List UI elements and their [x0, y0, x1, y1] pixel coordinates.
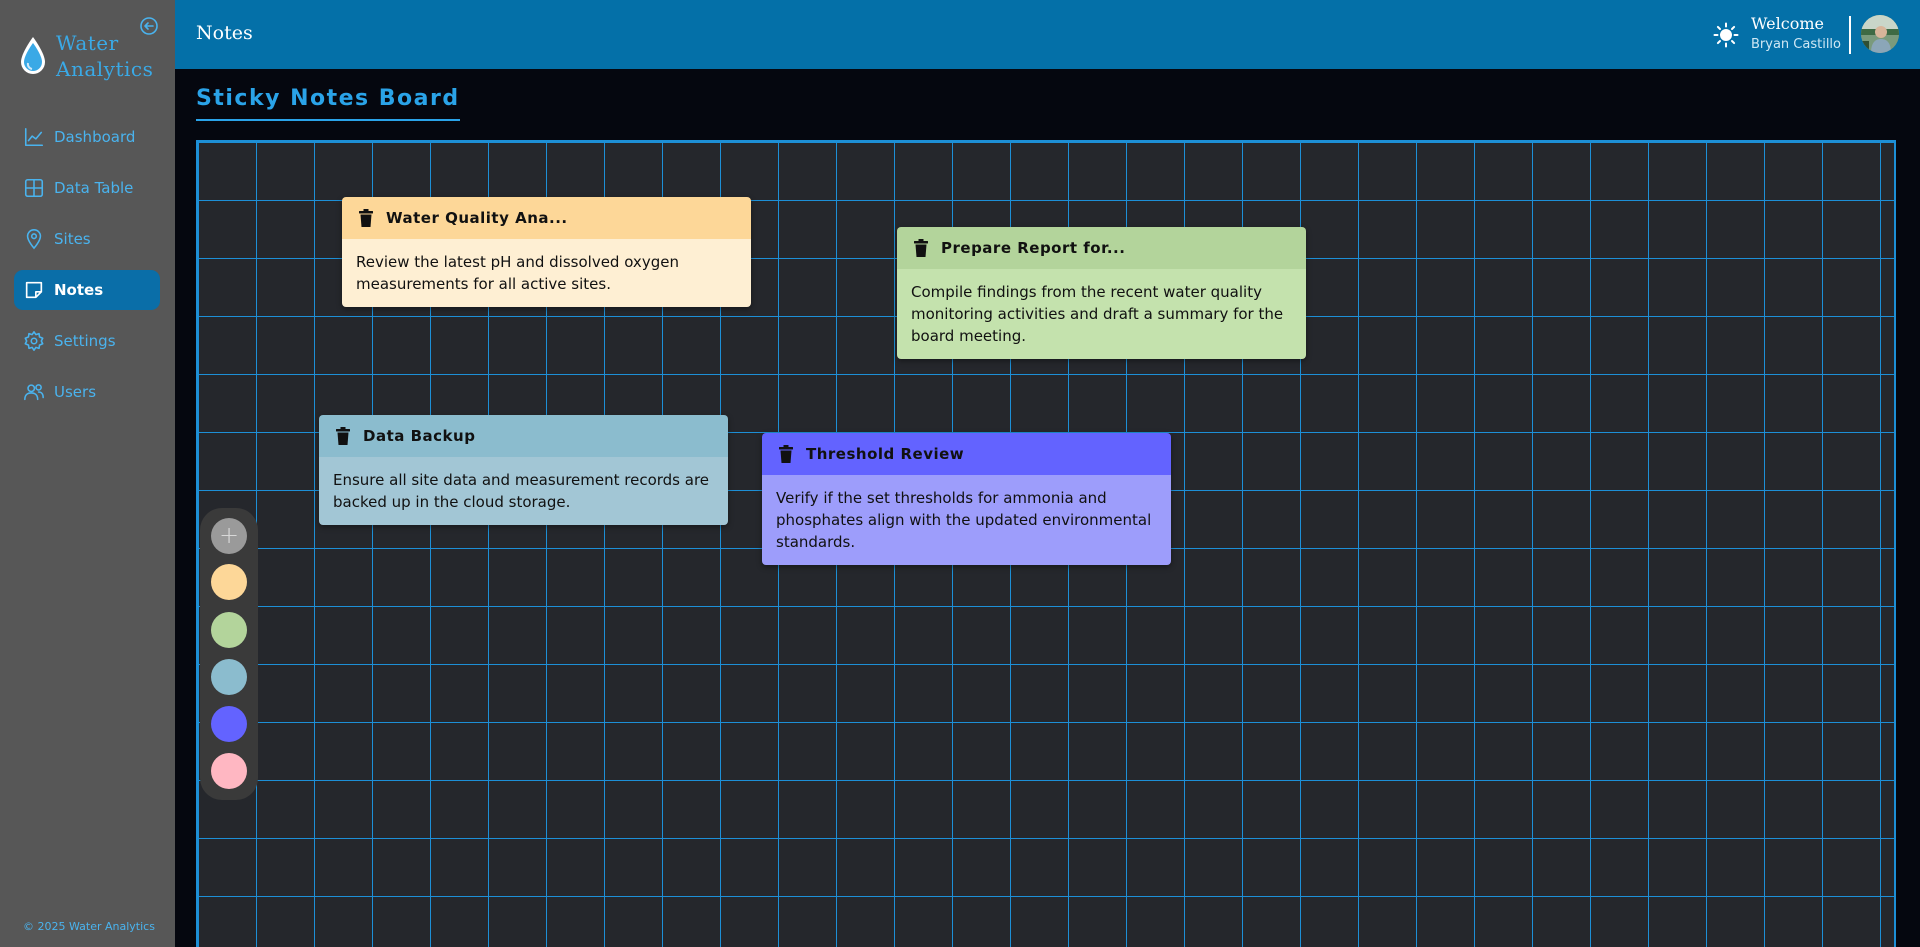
note-icon [25, 281, 43, 299]
note-title: Data Backup [363, 427, 476, 445]
note-body[interactable]: Review the latest pH and dissolved oxyge… [342, 239, 751, 307]
board-title: Sticky Notes Board [196, 86, 460, 121]
color-swatch-blue[interactable] [211, 659, 247, 695]
sticky-note[interactable]: Threshold Review Verify if the set thres… [762, 433, 1171, 565]
welcome-label: Welcome [1751, 14, 1824, 33]
user-name: Bryan Castillo [1751, 37, 1841, 52]
map-pin-icon [26, 229, 42, 250]
header-divider [1849, 16, 1851, 54]
color-palette: + [200, 508, 258, 800]
top-header: Notes Welcome Bryan Castillo [175, 0, 1920, 69]
copyright-footer: © 2025 Water Analytics [23, 920, 155, 933]
collapse-sidebar-icon[interactable] [139, 16, 159, 36]
note-body[interactable]: Compile findings from the recent water q… [897, 269, 1306, 359]
sticky-note[interactable]: Prepare Report for... Compile findings f… [897, 227, 1306, 359]
note-header[interactable]: Data Backup [319, 415, 728, 457]
sidebar-item-settings[interactable]: Settings [14, 321, 160, 361]
note-body[interactable]: Ensure all site data and measurement rec… [319, 457, 728, 525]
users-icon [24, 384, 44, 401]
gear-icon [24, 331, 44, 351]
sidebar-item-data-table[interactable]: Data Table [14, 168, 160, 208]
color-swatch-green[interactable] [211, 612, 247, 648]
avatar-image [1861, 15, 1899, 53]
sticky-note[interactable]: Data Backup Ensure all site data and mea… [319, 415, 728, 525]
sidebar-item-label: Users [54, 383, 97, 401]
color-swatch-purple[interactable] [211, 706, 247, 742]
note-header[interactable]: Water Quality Ana... [342, 197, 751, 239]
chart-line-icon [24, 127, 44, 147]
welcome-block: Welcome Bryan Castillo [1751, 14, 1841, 52]
grid-icon [24, 178, 44, 198]
sidebar-item-users[interactable]: Users [14, 372, 160, 412]
trash-icon[interactable] [913, 239, 929, 257]
note-title: Water Quality Ana... [386, 209, 568, 227]
sidebar-item-sites[interactable]: Sites [14, 219, 160, 259]
sidebar-item-label: Settings [54, 332, 116, 350]
note-header[interactable]: Threshold Review [762, 433, 1171, 475]
color-swatch-pink[interactable] [211, 753, 247, 789]
note-body[interactable]: Verify if the set thresholds for ammonia… [762, 475, 1171, 565]
sidebar-item-label: Dashboard [54, 128, 136, 146]
brand-logo: Water Analytics [18, 30, 153, 82]
sidebar-nav: Dashboard Data Table Sites Notes Setting… [14, 117, 160, 423]
sticky-note[interactable]: Water Quality Ana... Review the latest p… [342, 197, 751, 307]
sidebar-item-notes[interactable]: Notes [14, 270, 160, 310]
trash-icon[interactable] [778, 445, 794, 463]
sun-icon[interactable] [1713, 22, 1739, 48]
page-title: Notes [196, 22, 253, 44]
trash-icon[interactable] [335, 427, 351, 445]
sidebar: Water Analytics Dashboard Data Table Sit… [0, 0, 175, 947]
water-drop-icon [21, 37, 45, 74]
avatar[interactable] [1861, 15, 1899, 53]
trash-icon[interactable] [358, 209, 374, 227]
sidebar-item-label: Data Table [54, 179, 134, 197]
note-header[interactable]: Prepare Report for... [897, 227, 1306, 269]
brand-name-line2: Analytics [56, 57, 154, 81]
sticky-notes-board[interactable]: + Water Quality Ana... Review the latest… [196, 140, 1896, 947]
add-note-button[interactable]: + [211, 518, 247, 554]
sidebar-item-label: Notes [54, 281, 104, 299]
color-swatch-orange[interactable] [211, 564, 247, 600]
note-title: Threshold Review [806, 445, 965, 463]
sidebar-item-label: Sites [54, 230, 91, 248]
note-title: Prepare Report for... [941, 239, 1126, 257]
sidebar-item-dashboard[interactable]: Dashboard [14, 117, 160, 157]
